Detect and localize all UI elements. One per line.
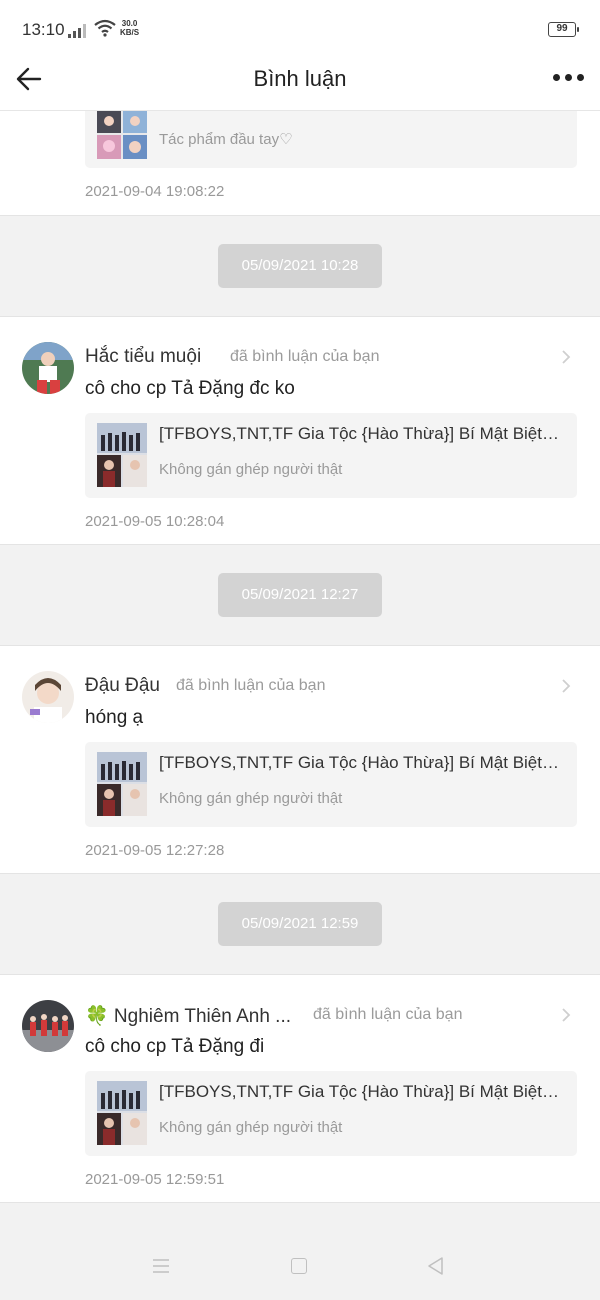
notification-card[interactable]: Hắc tiểu muội đã bình luận của bạn cô ch… [0,316,600,545]
work-title: [TFBOYS,TNT,TF Gia Tộc {Hào Thừa}] Bí Mậ… [159,424,563,443]
work-preview[interactable]: [TFBOYS,TNT,TF Gia Tộc {Hào Thừa}] Bí Mậ… [85,1071,577,1156]
comment-text: hóng ạ [85,707,144,728]
work-title: [TFBOYS,TNT,TF Gia Tộc {Hào Thừa}] Bí Mậ… [159,1082,563,1101]
page-title: Bình luận [253,66,347,91]
comment-timestamp: 2021-09-04 19:08:22 [85,183,225,200]
status-time: 13:10 [22,20,65,39]
system-nav-bar [0,1233,600,1300]
signal-icon [68,24,86,38]
comment-text: cô cho cp Tả Đặng đc ko [85,378,295,399]
user-name[interactable]: Đậu Đậu [85,675,160,697]
avatar[interactable] [22,671,74,723]
action-text: đã bình luận của bạn [176,677,326,694]
notification-card-partial[interactable]: Tác phẩm đầu tay♡ 2021-09-04 19:08:22 [0,111,600,216]
network-speed: 30.0 KB/S [120,19,139,37]
work-subtitle: Tác phẩm đầu tay♡ [159,131,293,148]
action-text: đã bình luận của bạn [313,1006,463,1023]
comment-timestamp: 2021-09-05 12:27:28 [85,842,225,859]
header-bar: Bình luận [0,58,600,111]
date-divider: 05/09/2021 12:27 [218,573,382,617]
notification-card[interactable]: 🍀 Nghiêm Thiên Anh ... đã bình luận của … [0,974,600,1203]
back-triangle-icon[interactable] [426,1256,444,1276]
user-name[interactable]: 🍀 Nghiêm Thiên Anh ... [85,1004,291,1028]
menu-icon[interactable] [152,1257,170,1275]
network-speed-value: 30.0 [121,19,138,28]
work-subtitle: Không gán ghép người thật [159,790,343,807]
comment-text: cô cho cp Tả Đặng đi [85,1036,265,1057]
home-icon[interactable] [291,1258,307,1274]
work-subtitle: Không gán ghép người thật [159,1119,343,1136]
date-divider: 05/09/2021 12:59 [218,902,382,946]
work-cover-thumbnail [97,423,147,487]
chevron-right-icon[interactable] [560,678,572,694]
work-cover-thumbnail [97,1081,147,1145]
avatar[interactable] [22,1000,74,1052]
chevron-right-icon[interactable] [560,1007,572,1023]
more-icon[interactable] [550,74,586,84]
avatar[interactable] [22,342,74,394]
comment-timestamp: 2021-09-05 12:59:51 [85,1171,225,1188]
work-cover-thumbnail [97,752,147,816]
notification-card[interactable]: Đậu Đậu đã bình luận của bạn hóng ạ [TFB [0,645,600,874]
user-name[interactable]: Hắc tiểu muội [85,346,201,368]
comment-timestamp: 2021-09-05 10:28:04 [85,513,225,530]
chevron-right-icon[interactable] [560,349,572,365]
date-divider: 05/09/2021 10:28 [218,244,382,288]
action-text: đã bình luận của bạn [230,348,380,365]
work-cover-thumbnail [97,111,147,159]
status-bar: 13:10 30.0 KB/S 99 [0,0,600,58]
work-preview[interactable]: [TFBOYS,TNT,TF Gia Tộc {Hào Thừa}] Bí Mậ… [85,413,577,498]
work-subtitle: Không gán ghép người thật [159,461,343,478]
battery-icon: 99 [548,22,579,37]
wifi-icon [94,19,116,37]
network-speed-unit: KB/S [120,28,140,37]
work-title: [TFBOYS,TNT,TF Gia Tộc {Hào Thừa}] Bí Mậ… [159,753,563,772]
work-preview[interactable]: [TFBOYS,TNT,TF Gia Tộc {Hào Thừa}] Bí Mậ… [85,742,577,827]
work-preview[interactable]: Tác phẩm đầu tay♡ [85,111,577,168]
